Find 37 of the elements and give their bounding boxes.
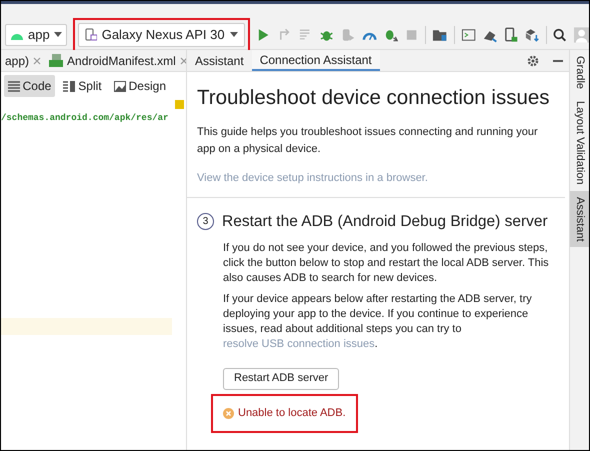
close-icon[interactable] (33, 56, 42, 64)
error-icon (223, 408, 234, 419)
minimize-icon[interactable] (553, 60, 563, 62)
caret-icon (54, 32, 62, 37)
step-title: Restart the ADB (Android Debug Bridge) server (222, 212, 548, 232)
side-tab[interactable]: Assistant (570, 190, 589, 248)
module-dropdown[interactable]: app (5, 24, 67, 46)
device-dropdown[interactable]: Galaxy Nexus API 30 (78, 22, 245, 46)
terminal-icon[interactable] (460, 26, 476, 42)
image-icon (114, 80, 126, 92)
editor-tab[interactable]: app) (5, 52, 30, 70)
settings-icon[interactable] (527, 54, 539, 66)
close-icon[interactable] (180, 56, 186, 64)
code-line: /schemas.android.com/apk/res/ar (1, 112, 168, 126)
lines-icon (8, 80, 20, 92)
step-text: If your device appears below after restarting the ADB server, try deploying your app to the device. If you continue to experience issues, read about additional steps you can try to resolve USB connection issues. (223, 292, 533, 352)
editor-tab[interactable]: AndroidManifest.xml (67, 52, 176, 70)
manifest-file-icon (49, 54, 64, 67)
split-icon (63, 80, 76, 92)
view-mode-button[interactable]: Code (4, 75, 56, 97)
warning-marker (174, 100, 184, 109)
step-number: 3 (197, 212, 214, 230)
step-text: If you do not see your device, and you followed the previous steps, click the button below to stop and restart the local ADB server. This also causes ADB to search for new devices. (223, 240, 550, 286)
view-mode-button[interactable]: Design (110, 75, 170, 97)
search-icon[interactable] (552, 26, 568, 42)
intro-text: This guide helps you troubleshoot issues connecting and running your app on a physical device. (197, 125, 539, 157)
view-mode-button[interactable]: Split (59, 75, 106, 97)
panel-tab[interactable]: Connection Assistant (252, 50, 380, 71)
device-manager-icon[interactable] (503, 26, 518, 42)
panel-title: Troubleshoot device connection issues (197, 85, 550, 111)
phone-icon (84, 28, 97, 41)
restart-adb-button[interactable]: Restart ADB server (223, 368, 340, 390)
caret-icon (230, 32, 238, 37)
side-tab[interactable]: Layout Validation (570, 95, 589, 191)
side-tab[interactable]: Gradle (570, 50, 589, 96)
error-message: Unable to locate ADB. (238, 406, 346, 421)
panel-tab[interactable]: Assistant (187, 50, 252, 71)
